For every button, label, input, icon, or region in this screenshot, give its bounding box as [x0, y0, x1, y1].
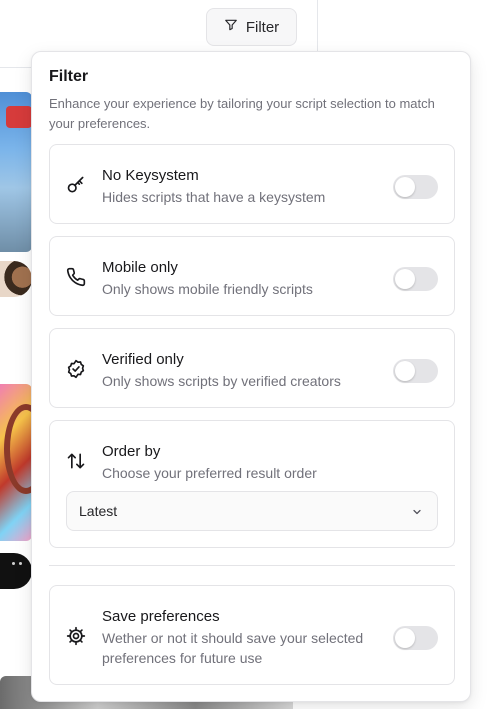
option-verified-only: Verified only Only shows scripts by veri… — [49, 328, 455, 408]
avatar-eye — [12, 562, 15, 565]
sort-arrows-icon — [66, 451, 86, 471]
option-title: No Keysystem — [102, 167, 199, 184]
panel-title: Filter — [49, 68, 89, 85]
option-subtitle: Only shows mobile friendly scripts — [102, 281, 313, 297]
option-title: Save preferences — [102, 608, 220, 625]
header-divider-vertical — [317, 0, 318, 52]
section-divider — [49, 565, 455, 566]
page: Filter Filter Enhance your experience by… — [0, 0, 500, 709]
script-thumbnail[interactable] — [0, 92, 32, 252]
option-mobile-only: Mobile only Only shows mobile friendly s… — [49, 236, 455, 316]
option-title: Verified only — [102, 351, 184, 368]
verified-badge-icon — [66, 359, 86, 379]
toggle-knob — [395, 177, 415, 197]
filter-button-label: Filter — [245, 18, 280, 36]
option-title: Order by — [102, 443, 161, 460]
order-by-selected-value: Latest — [79, 503, 118, 519]
filter-panel: Filter Enhance your experience by tailor… — [31, 51, 471, 702]
key-icon — [66, 175, 86, 195]
filter-funnel-icon — [224, 18, 238, 36]
phone-icon — [66, 267, 86, 287]
option-subtitle: Choose your preferred result order — [102, 465, 317, 481]
gear-icon — [66, 626, 86, 646]
filter-button[interactable]: Filter — [206, 8, 297, 46]
option-order-by: Order by Choose your preferred result or… — [49, 420, 455, 548]
avatar-eye — [19, 562, 22, 565]
toggle-knob — [395, 269, 415, 289]
header-divider — [0, 67, 32, 68]
creator-avatar[interactable] — [0, 261, 32, 297]
thumbnail-wheel — [4, 404, 32, 494]
save-preferences-toggle[interactable] — [393, 626, 438, 650]
option-subtitle: Hides scripts that have a keysystem — [102, 189, 326, 205]
no-keysystem-toggle[interactable] — [393, 175, 438, 199]
verified-only-toggle[interactable] — [393, 359, 438, 383]
option-subtitle: Only shows scripts by verified creators — [102, 373, 341, 389]
thumbnail-badge — [6, 106, 32, 128]
panel-description: Enhance your experience by tailoring you… — [49, 96, 435, 131]
chevron-down-icon — [411, 505, 423, 517]
option-subtitle: Wether or not it should save your select… — [102, 630, 364, 666]
creator-avatar[interactable] — [0, 553, 32, 589]
toggle-knob — [395, 628, 415, 648]
option-title: Mobile only — [102, 259, 178, 276]
order-by-select[interactable]: Latest — [66, 491, 438, 531]
option-no-keysystem: No Keysystem Hides scripts that have a k… — [49, 144, 455, 224]
mobile-only-toggle[interactable] — [393, 267, 438, 291]
toggle-knob — [395, 361, 415, 381]
option-save-preferences: Save preferences Wether or not it should… — [49, 585, 455, 685]
script-thumbnail[interactable] — [0, 384, 32, 541]
